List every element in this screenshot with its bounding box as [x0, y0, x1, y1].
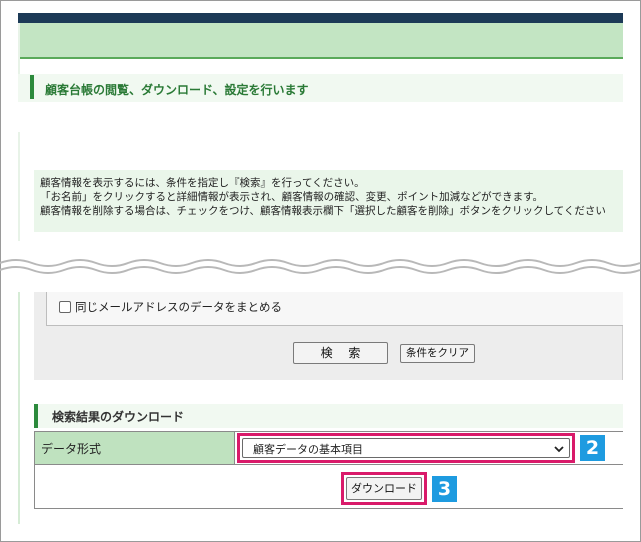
step-3-badge: 3	[432, 476, 457, 502]
merge-email-label[interactable]: 同じメールアドレスのデータをまとめる	[75, 299, 282, 315]
wave-separator	[0, 259, 641, 274]
section-marker	[34, 404, 38, 428]
left-divider-lower	[18, 292, 20, 524]
blank-band	[18, 102, 623, 132]
left-divider	[18, 23, 20, 241]
page-title-bar: 顧客台帳の閲覧、ダウンロード、設定を行います	[18, 74, 623, 102]
search-options-box: 同じメールアドレスのデータをまとめる	[46, 292, 623, 326]
search-button[interactable]: 検 索	[293, 342, 388, 364]
download-section-title: 検索結果のダウンロード	[52, 410, 185, 424]
step-2-badge: 2	[580, 435, 605, 461]
top-navigation-bar	[18, 13, 623, 23]
search-conditions-panel: 同じメールアドレスのデータをまとめる 検 索 条件をクリア	[34, 292, 623, 380]
clear-conditions-button[interactable]: 条件をクリア	[400, 344, 475, 363]
format-label-cell: データ形式	[34, 431, 235, 465]
format-select-value: 顧客データの基本項目	[253, 443, 363, 456]
download-button-row	[34, 465, 623, 509]
merge-email-checkbox[interactable]	[59, 301, 71, 313]
header-band	[18, 23, 623, 59]
download-button[interactable]: ダウンロード	[346, 477, 422, 500]
instruction-line-2: 「お名前」をクリックすると詳細情報が表示され、顧客情報の確認、変更、ポイント加減…	[40, 191, 544, 203]
download-section-header: 検索結果のダウンロード	[34, 404, 623, 428]
format-select[interactable]: 顧客データの基本項目	[242, 438, 570, 458]
page-title: 顧客台帳の閲覧、ダウンロード、設定を行います	[45, 83, 309, 97]
chevron-down-icon	[554, 446, 564, 453]
instruction-line-3: 顧客情報を削除する場合は、チェックをつけ、顧客情報表示欄下「選択した顧客を削除」…	[40, 205, 606, 217]
title-marker	[30, 75, 34, 99]
format-label: データ形式	[41, 442, 102, 456]
instruction-line-1: 顧客情報を表示するには、条件を指定し『検索』を行ってください。	[40, 177, 365, 189]
instructions-box: 顧客情報を表示するには、条件を指定し『検索』を行ってください。 「お名前」をクリ…	[34, 170, 623, 232]
